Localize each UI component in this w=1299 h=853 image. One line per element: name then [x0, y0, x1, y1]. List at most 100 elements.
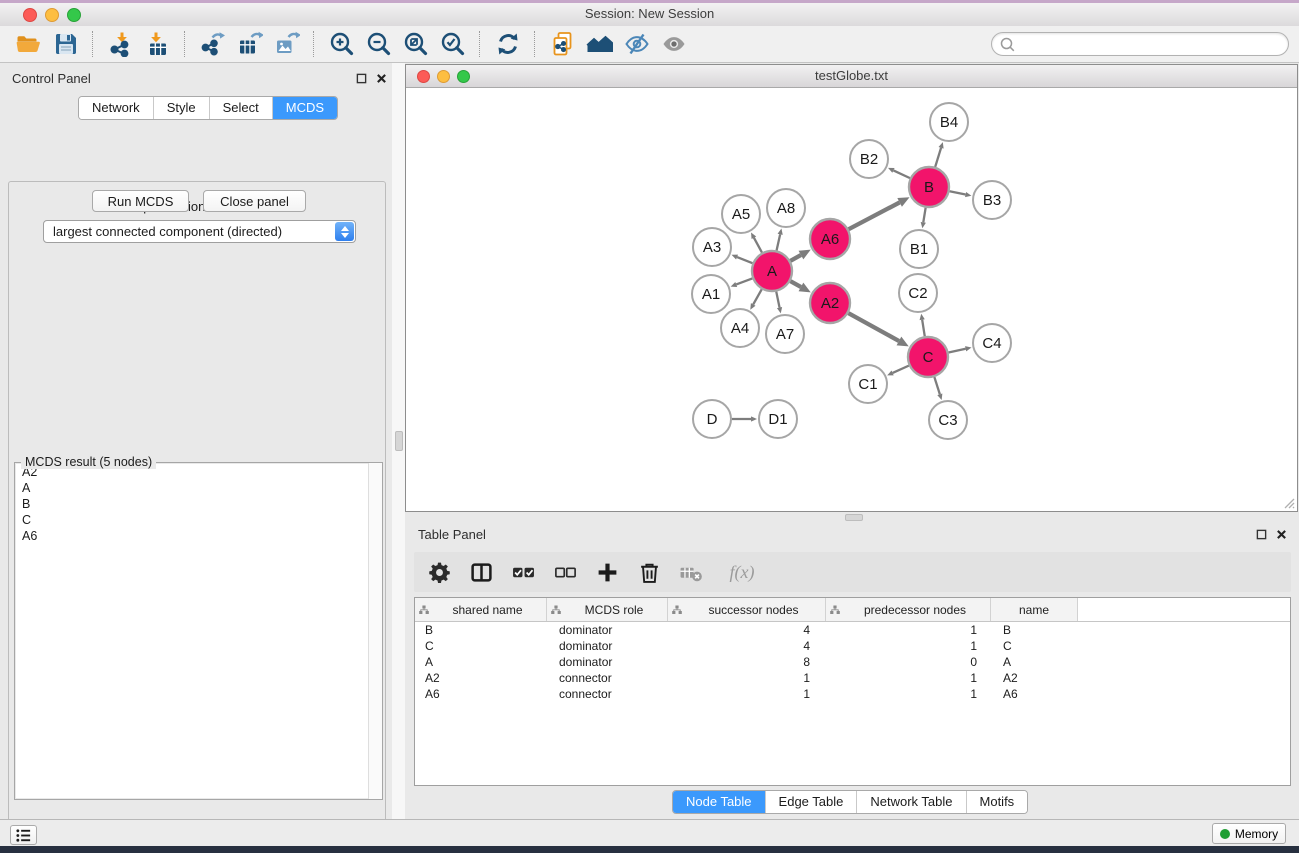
float-table-panel-icon[interactable]: [1256, 529, 1267, 540]
table-row[interactable]: Cdominator41C: [415, 638, 1290, 654]
table-cell[interactable]: 1: [668, 671, 826, 685]
table-cell[interactable]: A6: [991, 687, 1078, 701]
home-button[interactable]: [581, 29, 618, 60]
vertical-split-grip[interactable]: [395, 431, 403, 451]
delete-rows-button[interactable]: [636, 559, 662, 585]
close-table-panel-icon[interactable]: [1276, 529, 1287, 540]
select-all-checks-button[interactable]: [510, 559, 536, 585]
table-cell[interactable]: 1: [826, 671, 991, 685]
tab-style[interactable]: Style: [153, 97, 209, 119]
graph-edge-C-C3[interactable]: [934, 377, 939, 394]
result-list-item[interactable]: A: [16, 480, 381, 496]
table-cell[interactable]: A2: [991, 671, 1078, 685]
network-close-button[interactable]: [417, 70, 430, 83]
graph-edge-A-A6[interactable]: [790, 255, 801, 261]
zoom-in-button[interactable]: [323, 29, 360, 60]
tab-node-table[interactable]: Node Table: [673, 791, 765, 813]
table-cell[interactable]: 4: [668, 623, 826, 637]
zoom-window-button[interactable]: [67, 8, 81, 22]
import-network-button[interactable]: [102, 29, 139, 60]
run-mcds-button[interactable]: Run MCDS: [92, 190, 189, 212]
tab-network-table[interactable]: Network Table: [856, 791, 965, 813]
minimize-window-button[interactable]: [45, 8, 59, 22]
search-input[interactable]: [1018, 34, 1282, 54]
float-panel-icon[interactable]: [356, 73, 367, 84]
close-panel-button[interactable]: Close panel: [203, 190, 306, 212]
column-header-predecessor-nodes[interactable]: predecessor nodes: [826, 598, 991, 621]
graph-edge-C-C1[interactable]: [893, 366, 909, 373]
close-window-button[interactable]: [23, 8, 37, 22]
graph-edge-B-B4[interactable]: [935, 148, 941, 167]
open-session-button[interactable]: [10, 29, 47, 60]
split-columns-button[interactable]: [468, 559, 494, 585]
result-list-item[interactable]: B: [16, 496, 381, 512]
table-row[interactable]: Bdominator41B: [415, 622, 1290, 638]
tab-edge-table[interactable]: Edge Table: [765, 791, 857, 813]
column-header-name[interactable]: name: [991, 598, 1078, 621]
network-minimize-button[interactable]: [437, 70, 450, 83]
table-cell[interactable]: 1: [668, 687, 826, 701]
graph-edge-C-C2[interactable]: [922, 320, 925, 337]
network-canvas[interactable]: B4B2BB3A8A5A6A3B1AC2A1A2A4A7C4CC1C3DD1: [407, 88, 1296, 510]
table-cell[interactable]: 0: [826, 655, 991, 669]
graph-edge-B-B2[interactable]: [893, 170, 910, 178]
export-table-button[interactable]: [231, 29, 268, 60]
graph-edge-A-A5[interactable]: [754, 238, 762, 253]
table-cell[interactable]: C: [415, 639, 547, 653]
table-cell[interactable]: 4: [668, 639, 826, 653]
graph-edge-A-A2[interactable]: [790, 281, 801, 287]
table-row[interactable]: A6connector11A6: [415, 686, 1290, 702]
import-table-button[interactable]: [139, 29, 176, 60]
table-cell[interactable]: A: [991, 655, 1078, 669]
table-cell[interactable]: connector: [547, 687, 668, 701]
result-list-scrollbar[interactable]: [368, 463, 382, 799]
result-list-item[interactable]: C: [16, 512, 381, 528]
table-row[interactable]: A2connector11A2: [415, 670, 1290, 686]
column-header-MCDS-role[interactable]: MCDS role: [547, 598, 668, 621]
delete-table-button[interactable]: [678, 559, 704, 585]
graph-edge-A-A4[interactable]: [753, 289, 762, 304]
table-cell[interactable]: 1: [826, 687, 991, 701]
hide-panel-button[interactable]: [618, 29, 655, 60]
zoom-out-button[interactable]: [360, 29, 397, 60]
table-cell[interactable]: dominator: [547, 623, 668, 637]
save-session-button[interactable]: [47, 29, 84, 60]
column-header-successor-nodes[interactable]: successor nodes: [668, 598, 826, 621]
network-zoom-button[interactable]: [457, 70, 470, 83]
duplicate-network-button[interactable]: [544, 29, 581, 60]
column-header-shared-name[interactable]: shared name: [415, 598, 547, 621]
graph-edge-A-A8[interactable]: [777, 234, 781, 250]
zoom-selected-button[interactable]: [434, 29, 471, 60]
table-cell[interactable]: dominator: [547, 639, 668, 653]
graph-edge-C-C4[interactable]: [949, 349, 966, 353]
tab-mcds[interactable]: MCDS: [272, 97, 337, 119]
table-cell[interactable]: B: [991, 623, 1078, 637]
tab-select[interactable]: Select: [209, 97, 272, 119]
task-history-button[interactable]: [10, 825, 37, 845]
table-cell[interactable]: 1: [826, 623, 991, 637]
export-image-button[interactable]: [268, 29, 305, 60]
graph-edge-A6-B[interactable]: [849, 202, 900, 229]
optimization-criterion-dropdown[interactable]: largest connected component (directed): [43, 220, 356, 243]
export-network-button[interactable]: [194, 29, 231, 60]
tab-motifs[interactable]: Motifs: [966, 791, 1028, 813]
table-cell[interactable]: C: [991, 639, 1078, 653]
clear-checks-button[interactable]: [552, 559, 578, 585]
table-cell[interactable]: dominator: [547, 655, 668, 669]
add-row-button[interactable]: [594, 559, 620, 585]
graph-edge-B-B1[interactable]: [923, 208, 925, 223]
zoom-fit-button[interactable]: [397, 29, 434, 60]
horizontal-split-grip[interactable]: [845, 514, 863, 521]
table-row[interactable]: Adominator80A: [415, 654, 1290, 670]
table-cell[interactable]: A2: [415, 671, 547, 685]
table-cell[interactable]: 8: [668, 655, 826, 669]
show-panel-button[interactable]: [655, 29, 692, 60]
fx-button[interactable]: f(x): [720, 559, 764, 585]
gear-button[interactable]: [426, 559, 452, 585]
table-cell[interactable]: A: [415, 655, 547, 669]
graph-edge-B-B3[interactable]: [950, 191, 966, 194]
close-panel-icon[interactable]: [376, 73, 387, 84]
result-list-item[interactable]: A6: [16, 528, 381, 544]
table-cell[interactable]: B: [415, 623, 547, 637]
graph-edge-A-A1[interactable]: [736, 278, 752, 284]
